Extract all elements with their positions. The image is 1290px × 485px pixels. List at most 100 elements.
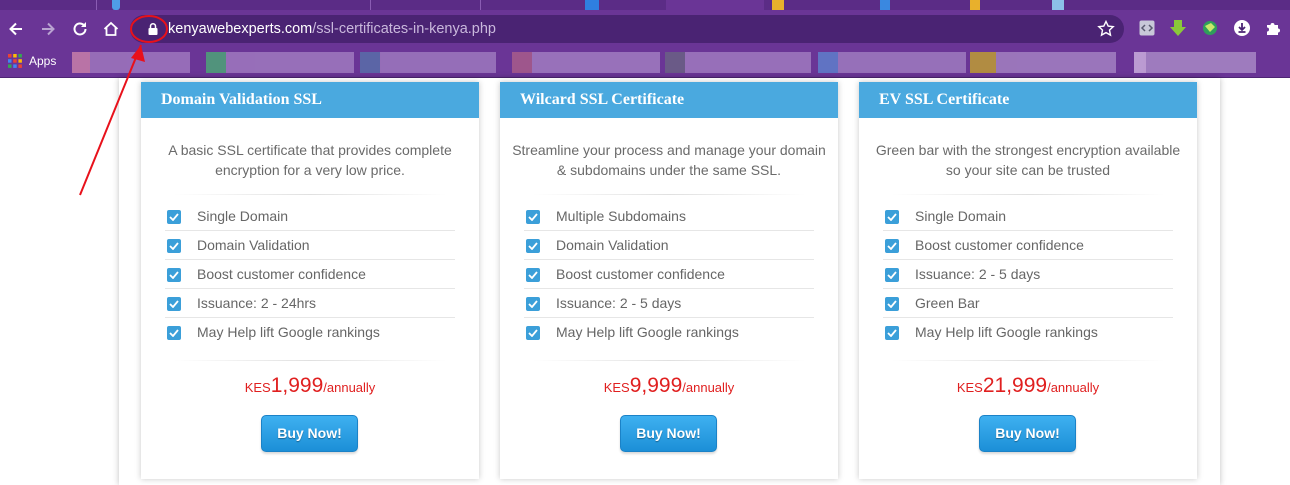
tab-separator xyxy=(480,0,481,10)
extension-code-viewer[interactable] xyxy=(1137,18,1157,38)
downloads-button[interactable] xyxy=(1232,18,1252,38)
feature-label: Domain Validation xyxy=(556,237,669,253)
feature-label: Boost customer confidence xyxy=(556,266,725,282)
feature-item: Boost customer confidence xyxy=(883,231,1173,260)
puzzle-piece-icon xyxy=(1267,23,1280,35)
feature-item: Domain Validation xyxy=(524,231,814,260)
checkbox-icon xyxy=(526,326,540,340)
price-period: /annually xyxy=(323,380,376,395)
price: KES1,999/annually xyxy=(141,374,479,398)
price-currency: KES xyxy=(603,380,630,395)
home-button[interactable] xyxy=(99,17,123,41)
divider xyxy=(891,194,1165,195)
buy-now-button[interactable]: Buy Now! xyxy=(620,415,717,452)
back-arrow-icon xyxy=(9,22,22,36)
feature-item: May Help lift Google rankings xyxy=(165,318,455,347)
extension-download-helper[interactable] xyxy=(1168,18,1188,38)
bookmark-item[interactable] xyxy=(206,52,354,73)
feature-item: May Help lift Google rankings xyxy=(883,318,1173,347)
feature-item: May Help lift Google rankings xyxy=(524,318,814,347)
divider xyxy=(173,360,447,361)
download-icon xyxy=(1234,20,1250,36)
checkbox-icon xyxy=(885,326,899,340)
card-description: A basic SSL certificate that provides co… xyxy=(168,142,452,178)
reload-icon xyxy=(73,22,87,36)
tab-separator xyxy=(96,0,97,10)
reload-button[interactable] xyxy=(68,17,92,41)
price-amount: 1,999 xyxy=(270,374,324,397)
bookmark-star-icon[interactable] xyxy=(1096,19,1116,39)
feature-label: May Help lift Google rankings xyxy=(197,324,380,340)
apps-shortcut[interactable]: Apps xyxy=(8,54,56,68)
bookmark-item[interactable] xyxy=(72,52,190,73)
extensions-button[interactable] xyxy=(1263,18,1283,38)
divider xyxy=(891,360,1165,361)
card-header: Wilcard SSL Certificate xyxy=(500,82,838,118)
buy-now-button[interactable]: Buy Now! xyxy=(979,415,1076,452)
address-bar[interactable]: kenyawebexperts.com/ssl-certificates-in-… xyxy=(130,15,1124,43)
active-tab[interactable] xyxy=(666,0,764,10)
tab-favicon xyxy=(1052,0,1064,10)
back-button[interactable] xyxy=(4,17,28,41)
checkbox-icon xyxy=(885,268,899,282)
feature-label: Single Domain xyxy=(915,208,1007,224)
bookmark-item[interactable] xyxy=(512,52,660,73)
card-header: EV SSL Certificate xyxy=(859,82,1197,118)
card-title: Domain Validation SSL xyxy=(161,91,322,108)
feature-item: Single Domain xyxy=(165,202,455,231)
feature-item: Single Domain xyxy=(883,202,1173,231)
feature-list: Multiple Subdomains Domain Validation Bo… xyxy=(524,202,814,347)
bookmark-item[interactable] xyxy=(665,52,811,73)
url-text[interactable]: kenyawebexperts.com/ssl-certificates-in-… xyxy=(168,21,496,37)
checkbox-icon xyxy=(885,239,899,253)
bookmark-item[interactable] xyxy=(970,52,1116,73)
feature-label: Issuance: 2 - 24hrs xyxy=(197,295,317,311)
price-currency: KES xyxy=(244,380,271,395)
checkbox-icon xyxy=(167,297,181,311)
feature-label: Single Domain xyxy=(197,208,289,224)
price-currency: KES xyxy=(956,380,983,395)
browser-toolbar: kenyawebexperts.com/ssl-certificates-in-… xyxy=(0,10,1290,48)
bookmark-item[interactable] xyxy=(360,52,496,73)
price-period: /annually xyxy=(682,380,735,395)
tab-favicon xyxy=(772,0,784,10)
url-path: /ssl-certificates-in-kenya.php xyxy=(312,21,497,37)
globe-extension-icon xyxy=(1203,21,1217,35)
checkbox-icon xyxy=(526,239,540,253)
pricing-card-wildcard: Wilcard SSL Certificate Streamline your … xyxy=(500,82,838,479)
feature-label: May Help lift Google rankings xyxy=(556,324,739,340)
price: KES9,999/annually xyxy=(500,374,838,398)
feature-label: Domain Validation xyxy=(197,237,310,253)
feature-label: Issuance: 2 - 5 days xyxy=(556,295,682,311)
feature-item: Multiple Subdomains xyxy=(524,202,814,231)
checkbox-icon xyxy=(526,268,540,282)
buy-now-button[interactable]: Buy Now! xyxy=(261,415,358,452)
forward-button[interactable] xyxy=(36,17,60,41)
green-download-arrow-icon xyxy=(1170,20,1186,36)
checkbox-icon xyxy=(885,210,899,224)
home-icon xyxy=(103,21,119,36)
bookmark-item[interactable] xyxy=(1134,52,1256,73)
divider xyxy=(532,194,806,195)
feature-label: May Help lift Google rankings xyxy=(915,324,1098,340)
extension-globe[interactable] xyxy=(1200,18,1220,38)
feature-item: Issuance: 2 - 5 days xyxy=(524,289,814,318)
feature-list: Single Domain Domain Validation Boost cu… xyxy=(165,202,455,347)
feature-label: Issuance: 2 - 5 days xyxy=(915,266,1041,282)
feature-label: Boost customer confidence xyxy=(197,266,366,282)
checkbox-icon xyxy=(167,268,181,282)
price-amount: 9,999 xyxy=(629,374,683,397)
forward-arrow-icon xyxy=(42,22,55,36)
feature-label: Boost customer confidence xyxy=(915,237,1084,253)
tab-strip[interactable] xyxy=(0,0,1290,10)
checkbox-icon xyxy=(167,210,181,224)
apps-grid-icon xyxy=(8,54,22,68)
lock-icon[interactable] xyxy=(147,22,159,36)
pricing-card-domain-validation: Domain Validation SSL A basic SSL certif… xyxy=(141,82,479,479)
apps-label: Apps xyxy=(29,54,57,68)
bookmark-item[interactable] xyxy=(818,52,966,73)
feature-item: Green Bar xyxy=(883,289,1173,318)
feature-item: Issuance: 2 - 5 days xyxy=(883,260,1173,289)
price-period: /annually xyxy=(1047,380,1100,395)
pricing-card-ev: EV SSL Certificate Green bar with the st… xyxy=(859,82,1197,479)
